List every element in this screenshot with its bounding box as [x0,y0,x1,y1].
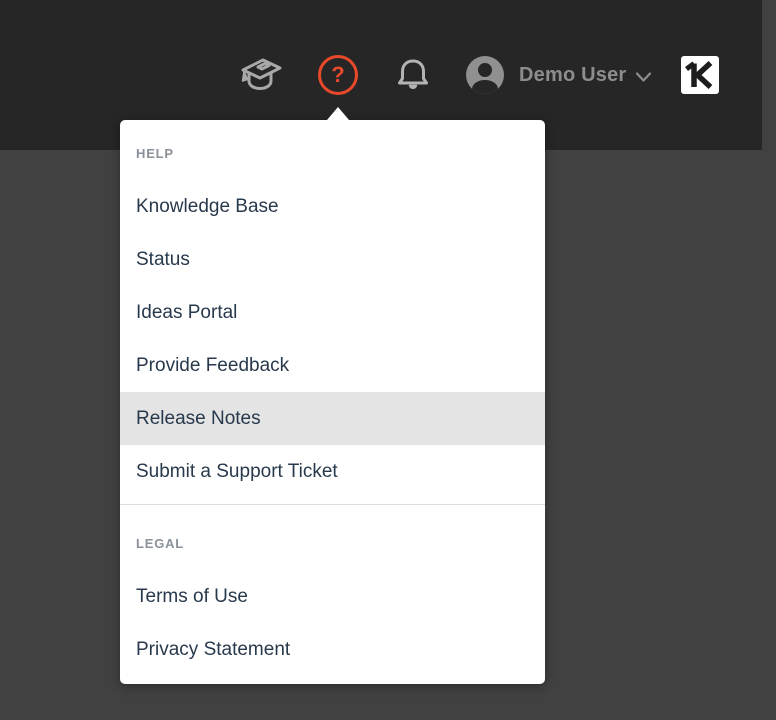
menu-item-provide-feedback[interactable]: Provide Feedback [120,339,545,392]
menu-divider [120,504,545,505]
avatar [466,56,504,94]
academy-button[interactable] [236,52,286,98]
menu-item-privacy-statement[interactable]: Privacy Statement [120,623,545,676]
avatar-body-shape [472,80,498,94]
chevron-down-icon [636,71,652,82]
help-button[interactable]: ? [318,55,358,95]
menu-item-ideas-portal[interactable]: Ideas Portal [120,286,545,339]
menu-item-status[interactable]: Status [120,233,545,286]
k-logo-icon [685,61,713,89]
menu-section-label-help: HELP [136,146,174,161]
menu-item-terms-of-use[interactable]: Terms of Use [120,570,545,623]
avatar-head-shape [478,63,492,77]
brand-logo-button[interactable] [681,56,719,94]
notifications-button[interactable] [392,54,434,96]
user-menu-button[interactable]: Demo User [466,56,652,94]
help-dropdown-menu: HELP Knowledge Base Status Ideas Portal … [120,120,545,684]
question-mark-icon: ? [331,61,345,87]
graduation-cap-icon [241,58,282,90]
menu-item-release-notes[interactable]: Release Notes [120,392,545,445]
menu-caret [327,107,349,120]
menu-item-knowledge-base[interactable]: Knowledge Base [120,180,545,233]
user-name-label: Demo User [519,63,627,86]
menu-section-label-legal: LEGAL [136,536,185,551]
menu-item-submit-support-ticket[interactable]: Submit a Support Ticket [120,445,545,498]
bell-icon [398,59,428,89]
